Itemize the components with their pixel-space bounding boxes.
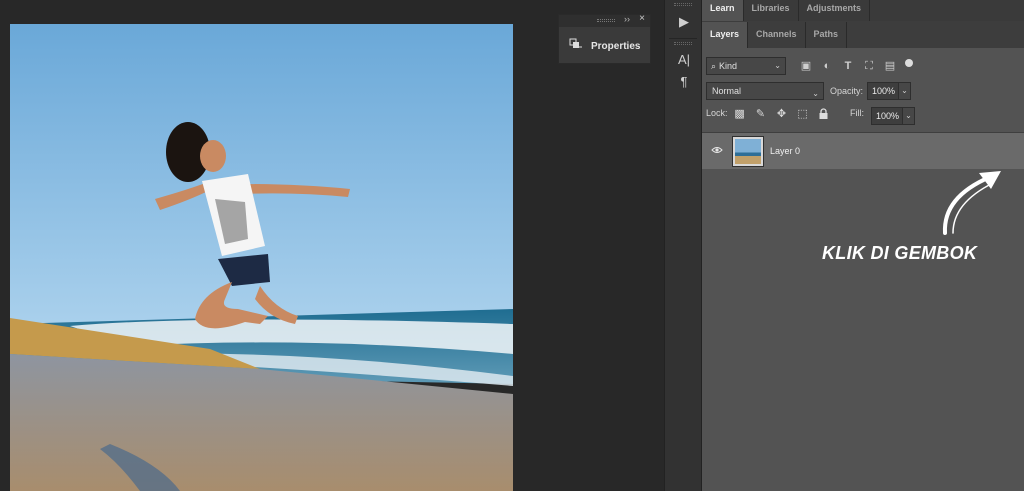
- smart-object-filter-icon[interactable]: ▤: [884, 60, 896, 72]
- character-panel-button[interactable]: A|: [665, 48, 703, 70]
- properties-label: Properties: [591, 40, 641, 52]
- fill-field: 100% ⌄: [867, 100, 915, 125]
- layer-filter-row: ⌕ Kind ⌄ ▣ ◐ T ⛶ ▤: [702, 48, 1024, 75]
- chevron-down-icon: ⌄: [774, 61, 781, 70]
- opacity-input[interactable]: 100%: [867, 82, 900, 100]
- properties-icon: [569, 37, 583, 55]
- close-panel-icon[interactable]: ×: [639, 13, 645, 24]
- layer-thumbnail[interactable]: [732, 135, 764, 167]
- curved-arrow-icon: [935, 167, 1005, 242]
- search-icon: ⌕: [711, 60, 717, 71]
- instruction-annotation: KLIK DI GEMBOK: [822, 243, 978, 263]
- pixel-layer-filter-icon[interactable]: ▣: [800, 60, 812, 72]
- lock-icons: ▩ ✎ ✥ ⬚: [734, 108, 830, 120]
- panel-dock-strip: ▶ A| ¶: [664, 0, 702, 491]
- lock-position-icon[interactable]: ✥: [776, 108, 788, 120]
- blend-mode-select[interactable]: Normal ⌄: [706, 82, 824, 100]
- lock-all-icon[interactable]: [818, 108, 830, 120]
- visibility-eye-icon[interactable]: [711, 146, 723, 157]
- blend-mode-value: Normal: [712, 86, 742, 96]
- tab-learn[interactable]: Learn: [702, 0, 744, 21]
- tab-adjustments[interactable]: Adjustments: [799, 0, 871, 21]
- play-actions-button[interactable]: ▶: [665, 9, 703, 35]
- layers-tab-bar: Layers Channels Paths: [702, 21, 1024, 48]
- blend-row: Normal ⌄ Opacity: 100% ⌄: [702, 75, 1024, 100]
- drag-grip[interactable]: [597, 19, 615, 22]
- filter-toggle-icon[interactable]: [905, 59, 913, 67]
- layer-name[interactable]: Layer 0: [770, 146, 800, 156]
- kind-filter-label: Kind: [719, 61, 738, 71]
- dock-grip-2[interactable]: [674, 42, 692, 45]
- properties-panel-header[interactable]: ›› ×: [559, 13, 650, 27]
- paragraph-panel-button[interactable]: ¶: [665, 70, 703, 92]
- document-canvas[interactable]: ›› × Properties: [0, 0, 664, 491]
- tab-libraries[interactable]: Libraries: [744, 0, 799, 21]
- character-icon: A|: [677, 51, 691, 67]
- type-layer-filter-icon[interactable]: T: [842, 60, 854, 72]
- opacity-label: Opacity:: [830, 86, 864, 96]
- tab-channels[interactable]: Channels: [748, 22, 806, 48]
- kind-filter-select[interactable]: ⌕ Kind ⌄: [706, 57, 786, 75]
- toolbar-divider: [669, 38, 697, 39]
- tab-layers[interactable]: Layers: [702, 22, 749, 48]
- lock-row: Lock: ▩ ✎ ✥ ⬚ Fill: 100% ⌄: [702, 100, 1024, 126]
- play-icon: ▶: [679, 14, 689, 29]
- layer-thumbnail-image: [735, 138, 761, 164]
- filter-icons: ▣ ◐ T ⛶ ▤: [800, 59, 913, 72]
- layer-row[interactable]: Layer 0: [702, 133, 1024, 169]
- dock-grip[interactable]: [674, 3, 692, 6]
- fill-input[interactable]: 100%: [871, 107, 903, 125]
- shape-layer-filter-icon[interactable]: ⛶: [863, 60, 875, 72]
- collapse-panel-icon[interactable]: ››: [624, 14, 630, 24]
- lock-transparent-pixels-icon[interactable]: ▩: [734, 108, 746, 120]
- lock-label: Lock:: [706, 108, 728, 118]
- beach-photo: [10, 24, 513, 491]
- paragraph-icon: ¶: [680, 73, 688, 89]
- opacity-dropdown-icon[interactable]: ⌄: [899, 82, 912, 100]
- adjustment-layer-filter-icon[interactable]: ◐: [821, 60, 833, 72]
- lock-artboard-icon[interactable]: ⬚: [797, 108, 809, 120]
- fill-label: Fill:: [850, 108, 864, 118]
- properties-panel[interactable]: ›› × Properties: [558, 13, 651, 64]
- properties-button[interactable]: Properties: [559, 27, 650, 55]
- lock-image-pixels-icon[interactable]: ✎: [755, 108, 767, 120]
- tab-paths[interactable]: Paths: [806, 22, 848, 48]
- fill-dropdown-icon[interactable]: ⌄: [903, 107, 915, 125]
- top-tab-bar: Learn Libraries Adjustments: [702, 0, 1024, 21]
